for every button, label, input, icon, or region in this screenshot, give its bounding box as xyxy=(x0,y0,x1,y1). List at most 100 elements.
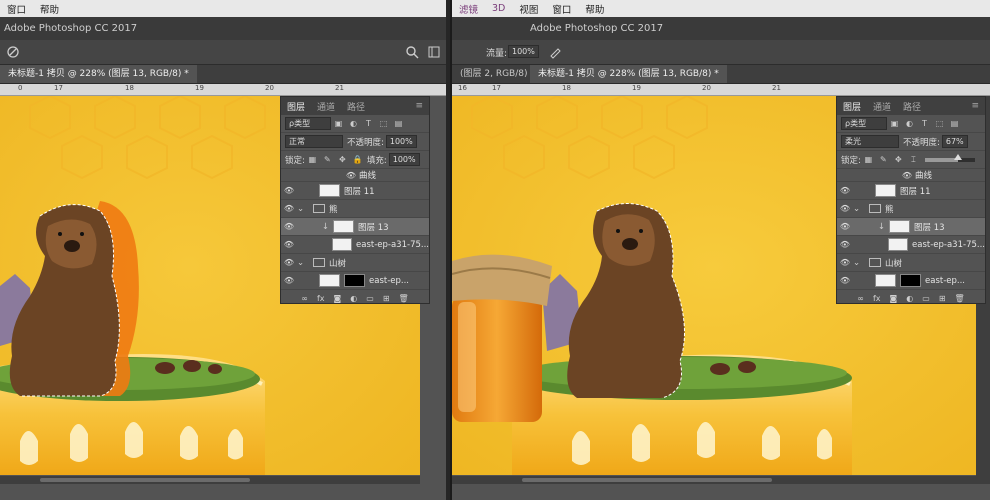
eye-icon[interactable]: 👁 xyxy=(837,240,853,249)
tab-channels[interactable]: 通道 xyxy=(311,100,341,113)
lock-brush-icon[interactable]: ✎ xyxy=(879,155,888,164)
eye-icon[interactable]: 👁 xyxy=(281,222,297,231)
fx-icon[interactable]: fx xyxy=(873,294,881,303)
menu-view[interactable]: 视图 xyxy=(512,2,545,16)
tab-paths[interactable]: 路径 xyxy=(341,100,371,113)
menu-window[interactable]: 窗口 xyxy=(0,2,33,16)
blend-mode-dropdown[interactable]: 柔光 xyxy=(841,135,899,148)
search-icon[interactable] xyxy=(405,45,419,59)
eye-icon[interactable]: 👁 xyxy=(837,276,853,285)
layer-group-bear[interactable]: 👁 ⌄ 熊 xyxy=(281,200,429,218)
lock-move-icon[interactable]: ✥ xyxy=(338,155,347,164)
doc-tab-active[interactable]: 未标题-1 拷贝 @ 228% (图层 13, RGB/8) * xyxy=(530,65,727,83)
shape-filter-icon[interactable]: ⬚ xyxy=(379,119,388,128)
layer-row-curves[interactable]: 👁 曲线 xyxy=(837,169,985,182)
type-filter-icon[interactable]: T xyxy=(364,119,373,128)
trash-icon[interactable]: 🗑 xyxy=(399,294,409,303)
link-icon[interactable]: ∞ xyxy=(301,294,308,303)
fill-field[interactable]: 100% xyxy=(388,153,420,166)
panel-menu-icon[interactable]: ≡ xyxy=(409,101,429,111)
chevron-down-icon[interactable]: ⌄ xyxy=(297,258,309,268)
opacity-field[interactable]: 100% xyxy=(385,135,417,148)
new-layer-icon[interactable]: ⊞ xyxy=(383,294,390,303)
shape-filter-icon[interactable]: ⬚ xyxy=(935,119,944,128)
airbrush-icon[interactable] xyxy=(548,45,562,59)
eye-icon[interactable]: 👁 xyxy=(343,171,359,180)
tab-layers[interactable]: 图层 xyxy=(837,100,867,113)
adjust-filter-icon[interactable]: ◐ xyxy=(905,119,914,128)
menu-filter[interactable]: 滤镜 xyxy=(452,2,485,16)
folder-icon[interactable]: ▭ xyxy=(922,294,930,303)
flow-field[interactable]: 100% xyxy=(508,45,539,58)
eye-icon[interactable]: 👁 xyxy=(281,204,297,213)
menu-window[interactable]: 窗口 xyxy=(545,2,578,16)
adjust-filter-icon[interactable]: ◐ xyxy=(349,119,358,128)
blend-mode-dropdown[interactable]: 正常 xyxy=(285,135,343,148)
menu-help[interactable]: 帮助 xyxy=(578,2,611,16)
link-icon[interactable]: ∞ xyxy=(857,294,864,303)
mask-icon[interactable]: ◙ xyxy=(890,294,898,303)
layer-row-11[interactable]: 👁 图层 11 xyxy=(281,182,429,200)
layer-group-bear[interactable]: 👁 ⌄ 熊 xyxy=(837,200,985,218)
brush-preset-icon[interactable] xyxy=(6,45,20,59)
lock-pixels-icon[interactable]: ▦ xyxy=(308,155,317,164)
horizontal-scrollbar[interactable] xyxy=(452,476,976,484)
layer-row-east-ep[interactable]: 👁 east-ep-a31-75... xyxy=(281,236,429,254)
lock-all-icon[interactable]: 🔒 xyxy=(353,155,363,164)
eye-icon[interactable]: 👁 xyxy=(837,258,853,267)
eye-icon[interactable]: 👁 xyxy=(281,276,297,285)
adjustment-icon[interactable]: ◐ xyxy=(906,294,913,303)
doc-tab-active[interactable]: 未标题-1 拷贝 @ 228% (图层 13, RGB/8) * xyxy=(0,65,197,83)
type-filter-icon[interactable]: T xyxy=(920,119,929,128)
chevron-down-icon[interactable]: ⌄ xyxy=(853,204,865,214)
layer-group-mountain[interactable]: 👁 ⌄ 山树 xyxy=(281,254,429,272)
menu-help[interactable]: 帮助 xyxy=(33,2,66,16)
layer-row-11[interactable]: 👁 图层 11 xyxy=(837,182,985,200)
artboard-icon[interactable]: ⌶ xyxy=(909,155,918,164)
eye-icon[interactable]: 👁 xyxy=(837,222,853,231)
layer-filter-dropdown[interactable]: ρ类型 xyxy=(841,117,887,130)
eye-icon[interactable]: 👁 xyxy=(281,258,297,267)
slider-thumb[interactable] xyxy=(954,153,963,160)
smart-filter-icon[interactable]: ▤ xyxy=(950,119,959,128)
lock-brush-icon[interactable]: ✎ xyxy=(323,155,332,164)
tab-paths[interactable]: 路径 xyxy=(897,100,927,113)
menu-3d[interactable]: 3D xyxy=(485,3,512,14)
trash-icon[interactable]: 🗑 xyxy=(955,294,965,303)
eye-icon[interactable]: 👁 xyxy=(837,204,853,213)
layer-row-east-ep[interactable]: 👁 east-ep-a31-75... xyxy=(837,236,985,254)
layer-row-curves[interactable]: 👁 曲线 xyxy=(281,169,429,182)
panel-footer: ∞ fx ◙ ◐ ▭ ⊞ 🗑 xyxy=(837,290,985,306)
layer-row-13[interactable]: 👁 ↓ 图层 13 xyxy=(837,218,985,236)
layer-row-east-ep-masked[interactable]: 👁 east-ep... xyxy=(281,272,429,290)
layer-filter-dropdown[interactable]: ρ类型 xyxy=(285,117,331,130)
new-layer-icon[interactable]: ⊞ xyxy=(939,294,946,303)
layer-name: 山树 xyxy=(329,258,347,269)
lock-pixels-icon[interactable]: ▦ xyxy=(864,155,873,164)
mask-icon[interactable]: ◙ xyxy=(334,294,342,303)
chevron-down-icon[interactable]: ⌄ xyxy=(297,204,309,214)
eye-icon[interactable]: 👁 xyxy=(281,186,297,195)
fx-icon[interactable]: fx xyxy=(317,294,325,303)
workspace-icon[interactable] xyxy=(428,46,440,58)
eye-icon[interactable]: 👁 xyxy=(899,171,915,180)
layer-group-mountain[interactable]: 👁 ⌄ 山树 xyxy=(837,254,985,272)
opacity-field[interactable]: 67% xyxy=(941,135,968,148)
eye-icon[interactable]: 👁 xyxy=(837,186,853,195)
pixel-filter-icon[interactable]: ▣ xyxy=(334,119,343,128)
layer-row-east-ep-masked[interactable]: 👁 east-ep... xyxy=(837,272,985,290)
left-photoshop-window: 窗口 帮助 Adobe Photoshop CC 2017 未标题-1 拷贝 @… xyxy=(0,0,450,500)
pixel-filter-icon[interactable]: ▣ xyxy=(890,119,899,128)
tab-channels[interactable]: 通道 xyxy=(867,100,897,113)
layer-row-13[interactable]: 👁 ↓ 图层 13 xyxy=(281,218,429,236)
tab-layers[interactable]: 图层 xyxy=(281,100,311,113)
folder-icon[interactable]: ▭ xyxy=(366,294,374,303)
smart-filter-icon[interactable]: ▤ xyxy=(394,119,403,128)
opacity-slider[interactable] xyxy=(924,153,975,162)
horizontal-scrollbar[interactable] xyxy=(0,476,420,484)
chevron-down-icon[interactable]: ⌄ xyxy=(853,258,865,268)
panel-menu-icon[interactable]: ≡ xyxy=(965,101,985,111)
eye-icon[interactable]: 👁 xyxy=(281,240,297,249)
adjustment-icon[interactable]: ◐ xyxy=(350,294,357,303)
lock-move-icon[interactable]: ✥ xyxy=(894,155,903,164)
